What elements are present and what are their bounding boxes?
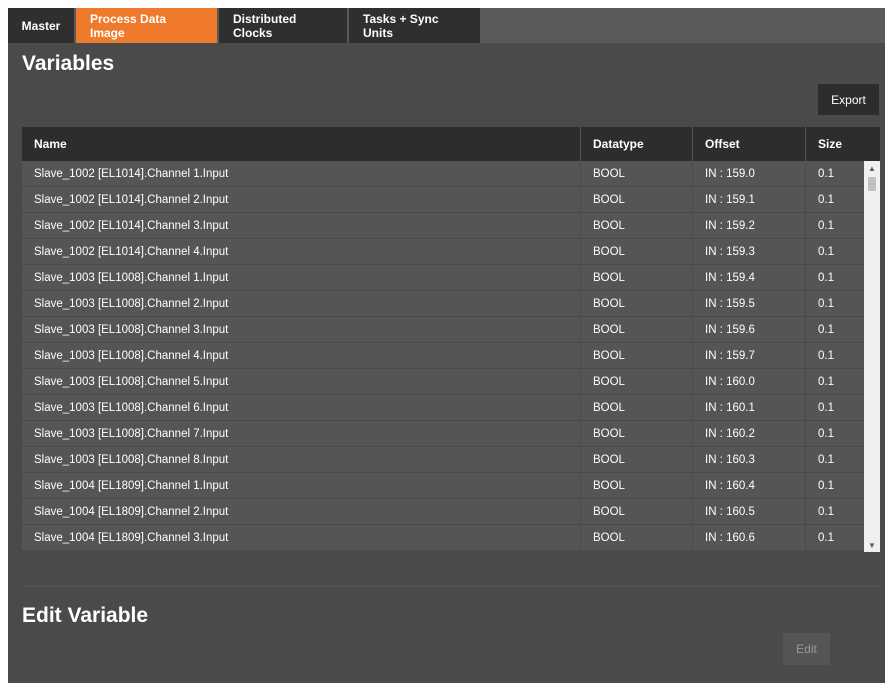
export-button[interactable]: Export	[818, 84, 879, 115]
cell-size: 0.1	[805, 187, 864, 212]
table-row[interactable]: Slave_1003 [EL1008].Channel 7.Input BOOL I…	[22, 421, 864, 447]
cell-size: 0.1	[805, 499, 864, 524]
cell-offset: IN : 160.1	[692, 395, 805, 420]
tab-distributed-clocks[interactable]: Distributed Clocks	[219, 8, 349, 43]
table-row[interactable]: Slave_1003 [EL1008].Channel 2.Input BOOL I…	[22, 291, 864, 317]
cell-offset: IN : 160.5	[692, 499, 805, 524]
table-row[interactable]: Slave_1002 [EL1014].Channel 4.Input BOOL I…	[22, 239, 864, 265]
table-row[interactable]: Slave_1002 [EL1014].Channel 2.Input BOOL I…	[22, 187, 864, 213]
cell-name: Slave_1003 [EL1008].Channel 1.Input	[34, 271, 229, 284]
cell-size: 0.1	[805, 239, 864, 264]
cell-name: Slave_1003 [EL1008].Channel 3.Input	[34, 323, 229, 336]
cell-datatype: BOOL	[580, 421, 692, 446]
cell-datatype: BOOL	[580, 187, 692, 212]
cell-name: Slave_1004 [EL1809].Channel 1.Input	[34, 479, 229, 492]
cell-name: Slave_1003 [EL1008].Channel 6.Input	[34, 401, 229, 414]
cell-size: 0.1	[805, 421, 864, 446]
column-header-name[interactable]: Name	[22, 127, 580, 161]
table-body: Slave_1002 [EL1014].Channel 1.Input BOOL I…	[22, 161, 864, 552]
app-frame: Master Process Data Image Distributed Cl…	[8, 8, 885, 683]
table-row[interactable]: Slave_1002 [EL1014].Channel 3.Input BOOL I…	[22, 213, 864, 239]
cell-name: Slave_1003 [EL1008].Channel 5.Input	[34, 375, 229, 388]
column-header-offset[interactable]: Offset	[692, 127, 805, 161]
cell-name: Slave_1003 [EL1008].Channel 7.Input	[34, 427, 229, 440]
cell-datatype: BOOL	[580, 473, 692, 498]
cell-datatype: BOOL	[580, 499, 692, 524]
cell-datatype: BOOL	[580, 213, 692, 238]
scroll-down-icon[interactable]: ▼	[864, 538, 880, 552]
section-divider	[22, 586, 880, 587]
cell-size: 0.1	[805, 447, 864, 472]
table-row[interactable]: Slave_1003 [EL1008].Channel 1.Input BOOL I…	[22, 265, 864, 291]
cell-datatype: BOOL	[580, 525, 692, 550]
cell-size: 0.1	[805, 265, 864, 290]
table-row[interactable]: Slave_1003 [EL1008].Channel 6.Input BOOL I…	[22, 395, 864, 421]
table-row[interactable]: Slave_1003 [EL1008].Channel 3.Input BOOL I…	[22, 317, 864, 343]
variables-table: Name Datatype Offset Size Slave_1002 [EL…	[22, 127, 880, 552]
cell-datatype: BOOL	[580, 239, 692, 264]
table-header: Name Datatype Offset Size	[22, 127, 880, 161]
cell-datatype: BOOL	[580, 317, 692, 342]
table-row[interactable]: Slave_1004 [EL1809].Channel 2.Input BOOL I…	[22, 499, 864, 525]
cell-name: Slave_1003 [EL1008].Channel 4.Input	[34, 349, 229, 362]
table-row[interactable]: Slave_1002 [EL1014].Channel 1.Input BOOL I…	[22, 161, 864, 187]
cell-offset: IN : 159.5	[692, 291, 805, 316]
tab-process-data-image[interactable]: Process Data Image	[76, 8, 219, 43]
cell-offset: IN : 160.6	[692, 525, 805, 550]
cell-size: 0.1	[805, 525, 864, 550]
table-row[interactable]: Slave_1004 [EL1809].Channel 3.Input BOOL I…	[22, 525, 864, 551]
cell-size: 0.1	[805, 343, 864, 368]
table-row[interactable]: Slave_1003 [EL1008].Channel 4.Input BOOL I…	[22, 343, 864, 369]
cell-name: Slave_1002 [EL1014].Channel 4.Input	[34, 245, 229, 258]
cell-name: Slave_1003 [EL1008].Channel 2.Input	[34, 297, 229, 310]
cell-datatype: BOOL	[580, 447, 692, 472]
scrollbar-thumb[interactable]	[868, 177, 876, 191]
cell-name: Slave_1002 [EL1014].Channel 1.Input	[34, 167, 229, 180]
cell-datatype: BOOL	[580, 265, 692, 290]
edit-button[interactable]: Edit	[783, 633, 830, 665]
tab-bar: Master Process Data Image Distributed Cl…	[8, 8, 885, 43]
column-header-size[interactable]: Size	[805, 127, 864, 161]
cell-offset: IN : 160.2	[692, 421, 805, 446]
cell-size: 0.1	[805, 161, 864, 186]
cell-size: 0.1	[805, 213, 864, 238]
cell-name: Slave_1002 [EL1014].Channel 3.Input	[34, 219, 229, 232]
cell-offset: IN : 160.3	[692, 447, 805, 472]
table-row[interactable]: Slave_1004 [EL1809].Channel 1.Input BOOL I…	[22, 473, 864, 499]
cell-size: 0.1	[805, 473, 864, 498]
cell-offset: IN : 159.4	[692, 265, 805, 290]
tab-tasks-sync-units[interactable]: Tasks + Sync Units	[349, 8, 482, 43]
cell-datatype: BOOL	[580, 291, 692, 316]
cell-offset: IN : 159.0	[692, 161, 805, 186]
tab-master[interactable]: Master	[8, 8, 76, 43]
edit-variable-title: Edit Variable	[22, 604, 149, 627]
variables-title: Variables	[22, 52, 115, 75]
cell-name: Slave_1003 [EL1008].Channel 8.Input	[34, 453, 229, 466]
cell-size: 0.1	[805, 317, 864, 342]
column-header-datatype[interactable]: Datatype	[580, 127, 692, 161]
cell-size: 0.1	[805, 291, 864, 316]
scroll-up-icon[interactable]: ▲	[864, 161, 880, 175]
cell-name: Slave_1004 [EL1809].Channel 2.Input	[34, 505, 229, 518]
table-row[interactable]: Slave_1003 [EL1008].Channel 5.Input BOOL I…	[22, 369, 864, 395]
table-row[interactable]: Slave_1003 [EL1008].Channel 8.Input BOOL I…	[22, 447, 864, 473]
cell-offset: IN : 159.3	[692, 239, 805, 264]
cell-offset: IN : 159.2	[692, 213, 805, 238]
cell-name: Slave_1004 [EL1809].Channel 3.Input	[34, 531, 229, 544]
cell-offset: IN : 159.1	[692, 187, 805, 212]
cell-offset: IN : 160.0	[692, 369, 805, 394]
cell-size: 0.1	[805, 395, 864, 420]
cell-datatype: BOOL	[580, 161, 692, 186]
cell-name: Slave_1002 [EL1014].Channel 2.Input	[34, 193, 229, 206]
cell-offset: IN : 159.6	[692, 317, 805, 342]
table-scrollbar[interactable]: ▲ ▼	[864, 161, 880, 552]
cell-datatype: BOOL	[580, 395, 692, 420]
cell-datatype: BOOL	[580, 343, 692, 368]
cell-offset: IN : 159.7	[692, 343, 805, 368]
cell-datatype: BOOL	[580, 369, 692, 394]
cell-size: 0.1	[805, 369, 864, 394]
cell-offset: IN : 160.4	[692, 473, 805, 498]
